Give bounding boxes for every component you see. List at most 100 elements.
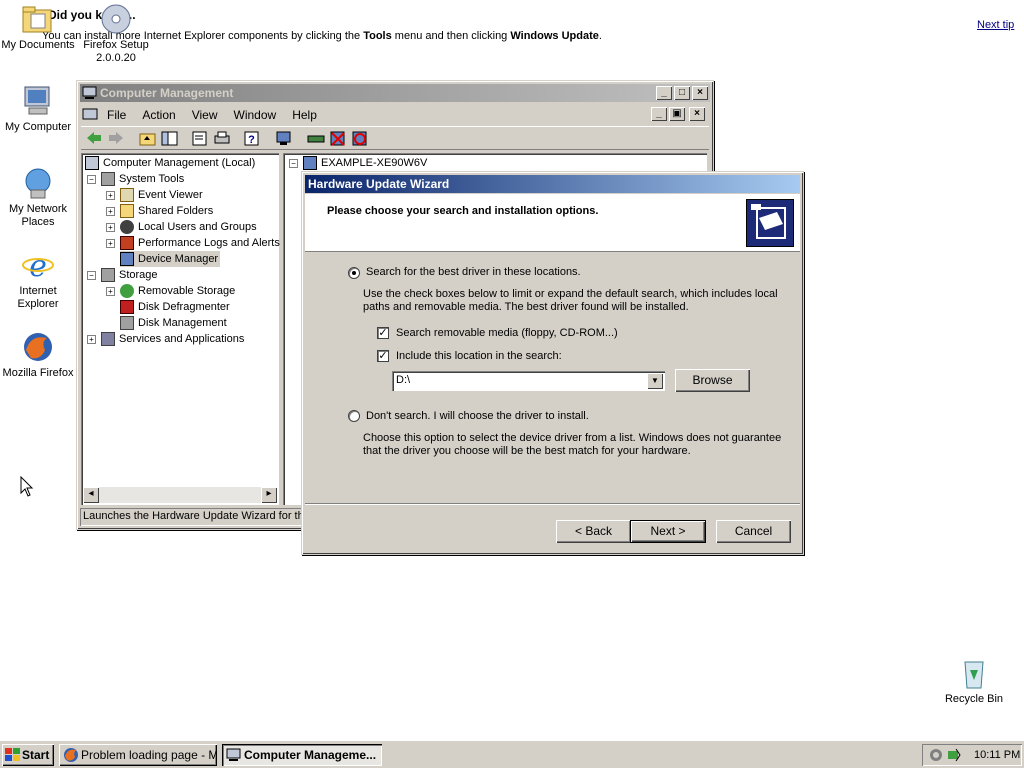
taskbar-button-computer-management[interactable]: Computer Manageme... xyxy=(222,744,382,766)
mmc-app-icon xyxy=(226,748,241,761)
menu-view[interactable]: View xyxy=(184,105,226,122)
child-restore-button[interactable]: ▣ xyxy=(669,107,685,121)
next-tip-link[interactable]: Next tip xyxy=(977,19,1014,31)
desktop-icon-label: My Documents xyxy=(1,39,75,51)
tree-item-local-users[interactable]: Local Users and Groups xyxy=(120,219,257,235)
menu-window[interactable]: Window xyxy=(226,105,285,122)
device-root[interactable]: EXAMPLE-XE90W6V xyxy=(303,155,427,171)
svg-text:?: ? xyxy=(248,134,255,146)
collapse-toggle-icon[interactable]: − xyxy=(87,271,96,280)
computer-icon xyxy=(21,84,55,118)
up-folder-icon[interactable] xyxy=(139,130,157,146)
tree-item-event-viewer[interactable]: Event Viewer xyxy=(120,187,203,203)
desktop-icon-label: Recycle Bin xyxy=(944,693,1004,705)
taskbar-button-firefox[interactable]: Problem loading page - M... xyxy=(59,744,217,766)
close-button[interactable]: × xyxy=(692,86,708,100)
desktop-icon-recycle-bin[interactable]: Recycle Bin xyxy=(934,656,1014,706)
storage-icon xyxy=(101,268,115,283)
toolbar: ? xyxy=(81,126,709,150)
radio-search-best-driver[interactable] xyxy=(348,267,360,279)
task-label: Problem loading page - M... xyxy=(81,748,217,762)
minimize-button[interactable]: _ xyxy=(656,86,672,100)
desktop-icon-my-computer[interactable]: My Computer xyxy=(0,84,78,134)
removable-storage-icon xyxy=(120,284,134,299)
start-label: Start xyxy=(22,748,50,762)
tree-item-shared-folders[interactable]: Shared Folders xyxy=(120,203,213,219)
child-minimize-button[interactable]: _ xyxy=(651,107,667,121)
forward-arrow-icon[interactable] xyxy=(107,130,125,146)
wizard-heading: Please choose your search and installati… xyxy=(327,205,599,217)
collapse-toggle-icon[interactable]: − xyxy=(289,159,298,168)
hardware-wizard-icon xyxy=(746,199,794,247)
expand-toggle-icon[interactable]: + xyxy=(87,335,96,344)
menu-bar: File Action View Window Help _ ▣ × xyxy=(81,105,709,125)
print-icon[interactable] xyxy=(213,130,231,146)
update-driver-icon[interactable] xyxy=(307,130,325,146)
desktop-icon-my-network-places[interactable]: My Network Places xyxy=(0,166,78,229)
properties-icon[interactable] xyxy=(191,130,209,146)
internet-explorer-icon: e xyxy=(21,248,55,284)
menu-action[interactable]: Action xyxy=(134,105,183,122)
next-button[interactable]: Next > xyxy=(630,520,706,543)
desktop-icon-firefox-setup[interactable]: Firefox Setup 2.0.0.20 xyxy=(76,2,156,65)
expand-toggle-icon[interactable]: + xyxy=(106,191,115,200)
scroll-right-button[interactable]: ▸ xyxy=(261,487,277,503)
tree-item-removable-storage[interactable]: Removable Storage xyxy=(120,283,235,299)
desktop-icon-internet-explorer[interactable]: e Internet Explorer xyxy=(0,248,78,311)
location-combobox[interactable]: D:\ ▼ xyxy=(392,371,665,391)
show-hide-tree-icon[interactable] xyxy=(161,130,179,146)
network-status-icon[interactable] xyxy=(928,747,944,763)
window-titlebar[interactable]: Computer Management _ □ × xyxy=(80,84,710,102)
checkbox-removable-media-label[interactable]: Search removable media (floppy, CD-ROM..… xyxy=(396,327,618,340)
scan-hardware-icon[interactable] xyxy=(275,130,293,146)
expand-toggle-icon[interactable]: + xyxy=(106,287,115,296)
disable-device-icon[interactable] xyxy=(329,130,347,146)
hardware-tray-icon[interactable] xyxy=(946,747,962,763)
browse-button[interactable]: Browse xyxy=(675,369,750,392)
start-button[interactable]: Start xyxy=(2,744,54,766)
dropdown-arrow-icon[interactable]: ▼ xyxy=(647,373,663,389)
maximize-button[interactable]: □ xyxy=(674,86,690,100)
checkbox-include-location-label[interactable]: Include this location in the search: xyxy=(396,350,562,363)
expand-toggle-icon[interactable]: + xyxy=(106,207,115,216)
tree-label: Storage xyxy=(119,269,158,281)
menu-help[interactable]: Help xyxy=(284,105,325,122)
radio-dont-search-label[interactable]: Don't search. I will choose the driver t… xyxy=(366,410,589,423)
tree-label: Local Users and Groups xyxy=(138,221,257,233)
tree-item-disk-defragmenter[interactable]: Disk Defragmenter xyxy=(120,299,230,315)
folder-icon xyxy=(21,2,55,36)
separator xyxy=(305,503,800,505)
tree-root[interactable]: Computer Management (Local) xyxy=(85,155,255,171)
checkbox-include-location[interactable]: ✓ xyxy=(377,350,389,362)
tree-item-device-manager[interactable]: Device Manager xyxy=(120,251,221,267)
scroll-left-button[interactable]: ◂ xyxy=(83,487,99,503)
back-arrow-icon[interactable] xyxy=(85,130,103,146)
desktop-icon-my-documents[interactable]: My Documents xyxy=(0,2,78,52)
taskbar: Start Problem loading page - M... Comput… xyxy=(0,740,1024,768)
dialog-titlebar[interactable]: Hardware Update Wizard xyxy=(305,175,800,193)
menu-file[interactable]: File xyxy=(99,105,134,122)
tree-item-system-tools[interactable]: System Tools xyxy=(101,171,184,187)
expand-toggle-icon[interactable]: + xyxy=(106,239,115,248)
tree-label: Disk Defragmenter xyxy=(138,301,230,313)
horizontal-scrollbar[interactable]: ◂ ▸ xyxy=(83,487,277,503)
tree-label: Computer Management (Local) xyxy=(103,157,256,169)
tree-item-services-applications[interactable]: Services and Applications xyxy=(101,331,244,347)
tree-item-performance-logs[interactable]: Performance Logs and Alerts xyxy=(120,235,280,251)
desktop-icon-mozilla-firefox[interactable]: Mozilla Firefox xyxy=(0,330,78,380)
collapse-toggle-icon[interactable]: − xyxy=(87,175,96,184)
child-close-button[interactable]: × xyxy=(689,107,705,121)
tree-label: Performance Logs and Alerts xyxy=(138,237,280,249)
checkbox-removable-media[interactable]: ✓ xyxy=(377,327,389,339)
radio-search-label[interactable]: Search for the best driver in these loca… xyxy=(366,266,581,279)
radio-dont-search[interactable] xyxy=(348,410,360,422)
expand-toggle-icon[interactable]: + xyxy=(106,223,115,232)
tree-item-disk-management[interactable]: Disk Management xyxy=(120,315,227,331)
uninstall-device-icon[interactable] xyxy=(351,130,369,146)
mouse-cursor-icon xyxy=(20,476,34,497)
cancel-button[interactable]: Cancel xyxy=(716,520,791,543)
tree-item-storage[interactable]: Storage xyxy=(101,267,158,283)
back-button[interactable]: < Back xyxy=(556,520,631,543)
clock[interactable]: 10:11 PM xyxy=(974,744,1020,766)
help-icon[interactable]: ? xyxy=(243,130,261,146)
